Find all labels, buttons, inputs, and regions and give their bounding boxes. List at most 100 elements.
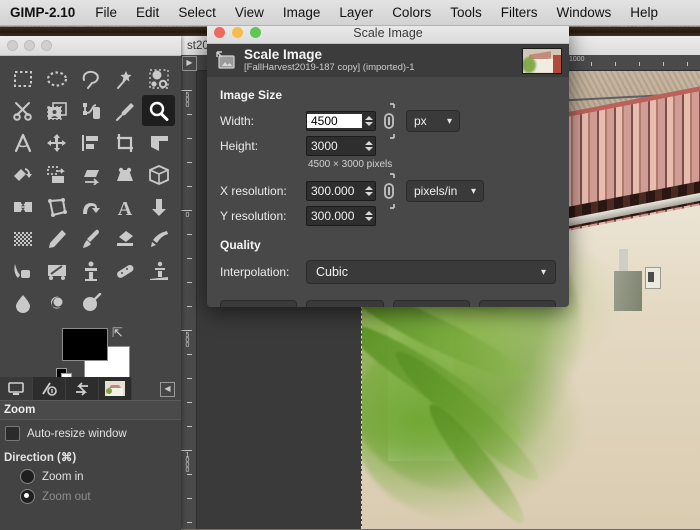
zoom-out-label: Zoom out	[42, 491, 91, 503]
photo-wall-fixture-inner	[648, 272, 654, 282]
zoom-in-row[interactable]: Zoom in	[0, 464, 181, 484]
pencil-icon[interactable]	[40, 223, 73, 254]
menu-select[interactable]: Select	[178, 5, 216, 20]
height-stepper[interactable]	[362, 137, 375, 155]
menu-layer[interactable]: Layer	[339, 5, 373, 20]
mypaint-brush-icon[interactable]	[40, 255, 73, 286]
blur-sharpen-icon[interactable]	[6, 287, 39, 318]
scale-button[interactable]: Scale	[479, 300, 556, 307]
yres-input[interactable]: 300.000	[306, 206, 376, 226]
cage-transform-icon[interactable]	[40, 191, 73, 222]
resolution-unit-select[interactable]: pixels/in ▾	[406, 180, 484, 202]
3d-transform-icon[interactable]	[142, 159, 175, 190]
width-input[interactable]: 4500	[306, 111, 376, 131]
heal-icon[interactable]	[108, 255, 141, 286]
fuzzy-select-icon[interactable]	[108, 63, 141, 94]
auto-resize-checkbox[interactable]	[5, 426, 20, 441]
yres-value[interactable]: 300.000	[307, 209, 362, 223]
xres-stepper[interactable]	[362, 182, 375, 200]
svg-text:A: A	[117, 198, 132, 217]
ruler-v-label-500: 500	[184, 332, 191, 347]
auto-resize-row[interactable]: Auto-resize window	[0, 420, 181, 441]
direction-label: Direction (⌘)	[0, 441, 181, 464]
images-tab[interactable]	[99, 377, 132, 400]
clone-icon[interactable]	[74, 255, 107, 286]
menu-file[interactable]: File	[95, 5, 117, 20]
rect-select-icon[interactable]	[6, 63, 39, 94]
dodge-burn-icon[interactable]	[74, 287, 107, 318]
rotate-icon[interactable]	[6, 159, 39, 190]
vertical-ruler[interactable]: 500 0 500 1000	[181, 70, 197, 529]
menu-windows[interactable]: Windows	[556, 5, 611, 20]
perspective-icon[interactable]	[108, 159, 141, 190]
menu-tools[interactable]: Tools	[450, 5, 482, 20]
menu-image[interactable]: Image	[283, 5, 321, 20]
interpolation-select[interactable]: Cubic ▾	[306, 260, 556, 284]
tool-options-tab[interactable]	[0, 377, 33, 400]
size-unit-select[interactable]: px ▾	[406, 110, 460, 132]
zoom-out-radio[interactable]	[20, 489, 35, 504]
transform-icon[interactable]	[142, 127, 175, 158]
yres-stepper[interactable]	[362, 207, 375, 225]
paths-icon[interactable]	[74, 95, 107, 126]
perspective-clone-icon[interactable]	[142, 255, 175, 286]
gradient-icon[interactable]	[6, 223, 39, 254]
height-label: Height:	[220, 139, 306, 153]
xres-input[interactable]: 300.000	[306, 181, 376, 201]
zoom-in-radio[interactable]	[20, 469, 35, 484]
resolution-chain-link-icon[interactable]	[376, 171, 402, 211]
measure-icon[interactable]	[6, 127, 39, 158]
toolbox-zoom-button[interactable]	[41, 40, 52, 51]
scale-image-icon	[215, 51, 237, 71]
help-button[interactable]: Help	[220, 300, 297, 307]
dock-tab-bar: ◀	[0, 377, 181, 400]
swap-colors-icon[interactable]: ⇱	[112, 326, 126, 340]
scissors-select-icon[interactable]	[6, 95, 39, 126]
width-stepper[interactable]	[362, 112, 375, 130]
undo-history-tab[interactable]	[66, 377, 99, 400]
menubar-app-name[interactable]: GIMP-2.10	[10, 5, 75, 20]
shear-icon[interactable]	[74, 159, 107, 190]
foreground-color-swatch[interactable]	[62, 328, 108, 361]
zoom-out-row[interactable]: Zoom out	[0, 484, 181, 504]
ink-icon[interactable]	[6, 255, 39, 286]
zoom-tool-icon[interactable]	[142, 95, 175, 126]
eraser-icon[interactable]	[108, 223, 141, 254]
height-input[interactable]: 3000	[306, 136, 376, 156]
color-picker-icon[interactable]	[108, 95, 141, 126]
menu-view[interactable]: View	[235, 5, 264, 20]
move-icon[interactable]	[40, 127, 73, 158]
warp-transform-icon[interactable]	[74, 191, 107, 222]
text-icon[interactable]: A	[108, 191, 141, 222]
select-by-color-icon[interactable]	[142, 63, 175, 94]
quick-mask-toggle[interactable]: ▶	[182, 56, 197, 71]
menu-filters[interactable]: Filters	[501, 5, 538, 20]
toolbox-close-button[interactable]	[7, 40, 18, 51]
ellipse-select-icon[interactable]	[40, 63, 73, 94]
pointer-info-tab[interactable]	[33, 377, 66, 400]
xres-value[interactable]: 300.000	[307, 184, 362, 198]
width-label: Width:	[220, 114, 306, 128]
toolbox-minimize-button[interactable]	[24, 40, 35, 51]
dialog-body: Image Size Width: 4500 px ▾ Height	[207, 77, 569, 284]
dock-menu-arrow[interactable]: ◀	[160, 382, 175, 397]
width-value[interactable]: 4500	[307, 114, 362, 128]
bucket-fill-icon[interactable]	[142, 191, 175, 222]
cancel-button[interactable]: Cancel	[393, 300, 470, 307]
toolbox-titlebar[interactable]	[0, 36, 181, 56]
reset-button[interactable]: Reset	[306, 300, 383, 307]
crop-icon[interactable]	[108, 127, 141, 158]
menu-help[interactable]: Help	[630, 5, 658, 20]
height-value[interactable]: 3000	[307, 139, 362, 153]
foreground-select-icon[interactable]	[40, 95, 73, 126]
menu-colors[interactable]: Colors	[392, 5, 431, 20]
airbrush-icon[interactable]	[142, 223, 175, 254]
scale-tool-icon[interactable]	[40, 159, 73, 190]
flip-icon[interactable]	[6, 191, 39, 222]
free-select-icon[interactable]	[74, 63, 107, 94]
align-icon[interactable]	[74, 127, 107, 158]
size-chain-link-icon[interactable]	[376, 101, 402, 141]
paintbrush-icon[interactable]	[74, 223, 107, 254]
menu-edit[interactable]: Edit	[136, 5, 159, 20]
smudge-icon[interactable]	[40, 287, 73, 318]
